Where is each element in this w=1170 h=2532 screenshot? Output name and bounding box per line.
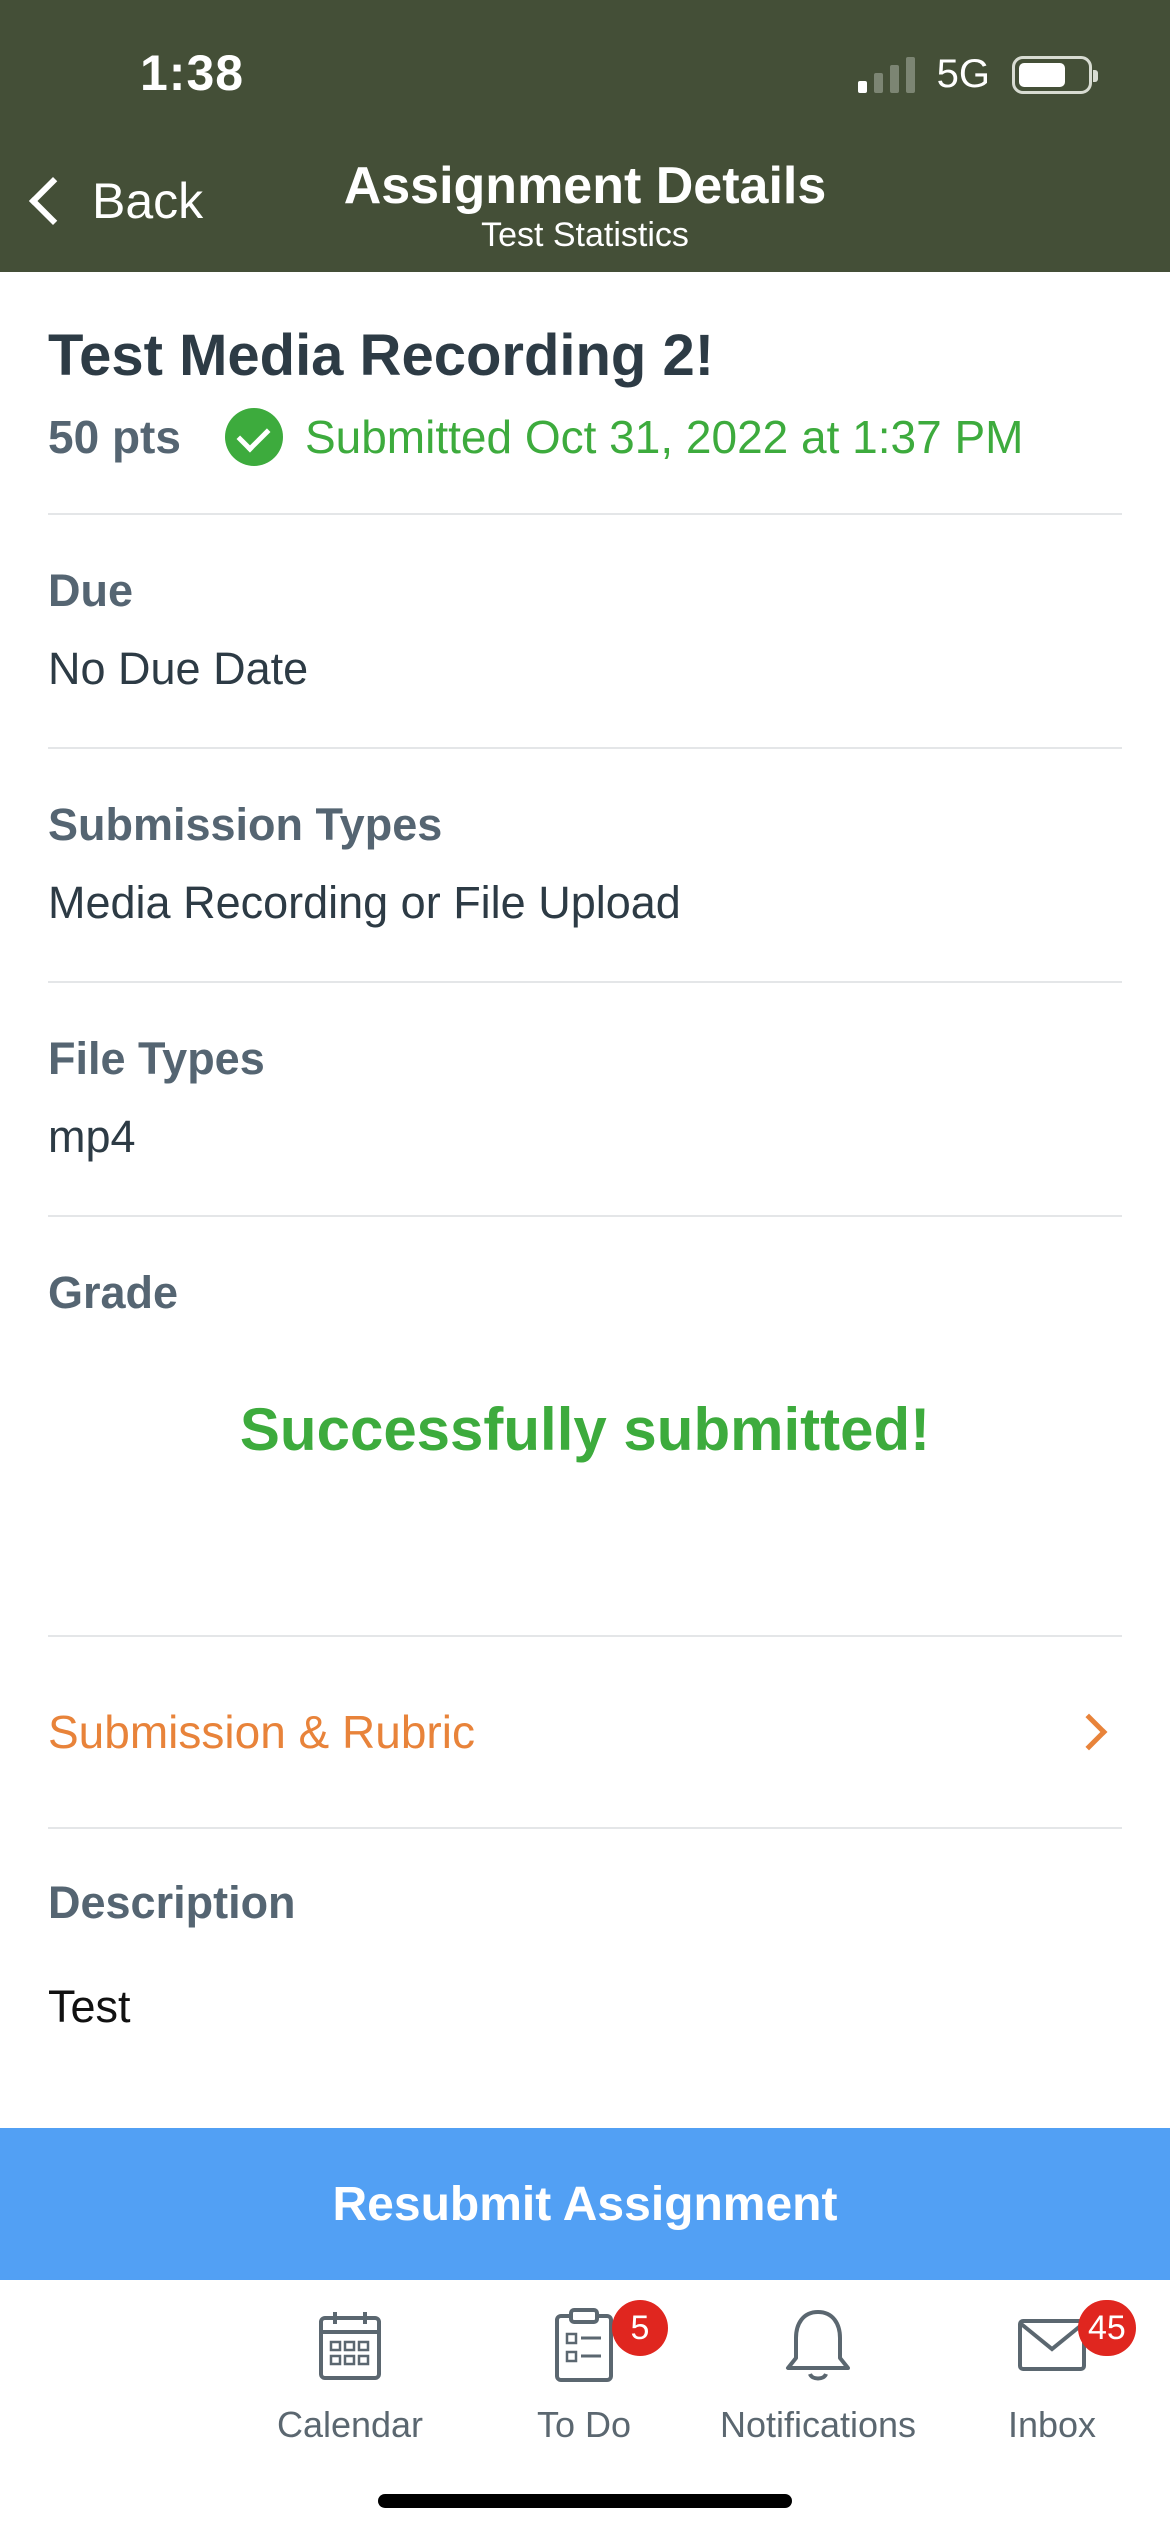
- cellular-signal-icon: [857, 56, 915, 93]
- navigation-header: 1:38 5G Back Assignment Details Test Sta…: [0, 0, 1170, 272]
- description-section: Description Test: [48, 1829, 1122, 2033]
- status-indicators: 5G: [857, 52, 1098, 97]
- tab-todo[interactable]: 5 To Do: [474, 2300, 694, 2446]
- tab-notifications-label: Notifications: [719, 2404, 917, 2445]
- grade-message: Successfully submitted!: [239, 1396, 931, 1463]
- submission-status: Submitted Oct 31, 2022 at 1:37 PM: [304, 411, 1024, 463]
- due-section: Due No Due Date: [48, 515, 1122, 747]
- assignment-meta: 50 pts Submitted Oct 31, 2022 at 1:37 PM: [48, 407, 1122, 467]
- bell-icon: [786, 2310, 850, 2381]
- file-types-section: File Types mp4: [48, 983, 1122, 1215]
- submission-types-value: Media Recording or File Upload: [48, 877, 681, 928]
- tab-notifications[interactable]: Notifications: [708, 2300, 928, 2446]
- grade-label: Grade: [48, 1267, 179, 1318]
- todo-badge: 5: [612, 2300, 668, 2356]
- resubmit-assignment-button[interactable]: Resubmit Assignment: [0, 2128, 1170, 2280]
- due-value: No Due Date: [48, 643, 309, 694]
- file-types-value: mp4: [48, 1111, 136, 1162]
- check-circle-icon: [224, 408, 283, 466]
- assignment-title: Test Media Recording 2!: [48, 323, 715, 388]
- tab-calendar-label: Calendar: [276, 2404, 424, 2445]
- tab-calendar[interactable]: Calendar: [240, 2300, 460, 2446]
- page-subtitle: Test Statistics: [481, 216, 689, 254]
- calendar-icon: [319, 2312, 381, 2380]
- tab-todo-label: To Do: [536, 2404, 632, 2445]
- assignment-points: 50 pts: [48, 411, 181, 463]
- home-indicator: [378, 2494, 792, 2508]
- submission-rubric-label: Submission & Rubric: [48, 1706, 475, 1758]
- due-label: Due: [48, 565, 134, 616]
- clipboard-icon: [555, 2308, 613, 2382]
- submission-types-label: Submission Types: [48, 799, 443, 850]
- chevron-right-icon: [1070, 1713, 1108, 1751]
- assignment-details-content: Test Media Recording 2! 50 pts Submitted…: [48, 272, 1122, 2033]
- submission-types-section: Submission Types Media Recording or File…: [48, 749, 1122, 981]
- network-type: 5G: [936, 52, 990, 96]
- tab-inbox-label: Inbox: [1007, 2404, 1097, 2445]
- inbox-badge: 45: [1078, 2300, 1136, 2356]
- page-title: Assignment Details: [343, 157, 827, 215]
- status-time: 1:38: [140, 45, 245, 101]
- tab-inbox[interactable]: 45 Inbox: [942, 2300, 1162, 2446]
- description-label: Description: [48, 1877, 296, 1928]
- battery-icon: [1012, 55, 1098, 94]
- submission-rubric-row[interactable]: Submission & Rubric: [48, 1637, 1122, 1827]
- description-value: Test: [48, 1981, 131, 2032]
- file-types-label: File Types: [48, 1033, 265, 1084]
- grade-section: Grade Successfully submitted!: [48, 1217, 1122, 1635]
